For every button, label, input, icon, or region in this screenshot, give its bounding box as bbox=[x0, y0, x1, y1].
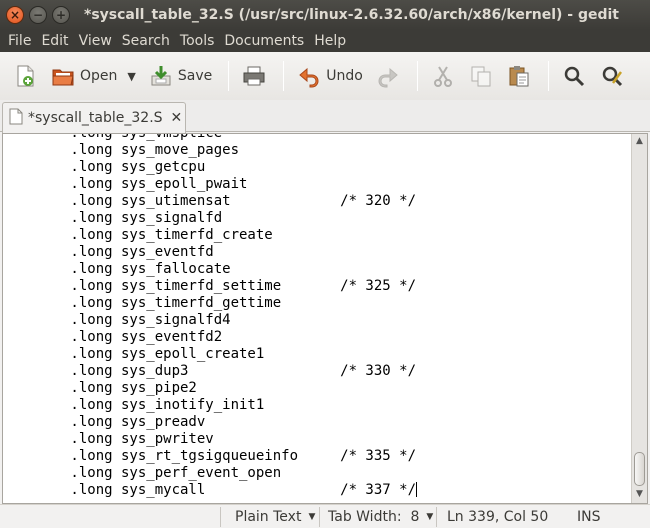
code-line[interactable]: .long sys_getcpu bbox=[3, 159, 631, 176]
search-icon bbox=[561, 63, 587, 89]
maximize-window-button[interactable]: + bbox=[52, 6, 70, 24]
title-bar: × − + *syscall_table_32.S (/usr/src/linu… bbox=[0, 0, 650, 30]
status-message bbox=[0, 505, 220, 528]
new-button[interactable] bbox=[8, 58, 42, 94]
code-line[interactable]: .long sys_inotify_init1 bbox=[3, 397, 631, 414]
chevron-down-icon: ▼ bbox=[426, 511, 434, 522]
code-view[interactable]: .long sys_vmsplice .long sys_move_pages … bbox=[3, 134, 631, 503]
printer-icon bbox=[241, 63, 267, 89]
code-line[interactable]: .long sys_vmsplice bbox=[3, 134, 631, 142]
code-line[interactable]: .long sys_mycall /* 337 */ bbox=[3, 482, 631, 499]
cursor-position: Ln 339, Col 50 bbox=[447, 508, 549, 525]
toolbar-separator bbox=[228, 61, 230, 91]
find-button[interactable] bbox=[557, 58, 591, 94]
code-line[interactable]: .long sys_eventfd bbox=[3, 244, 631, 261]
code-line[interactable]: .long sys_preadv bbox=[3, 414, 631, 431]
scissors-icon bbox=[430, 63, 456, 89]
open-label: Open bbox=[80, 68, 118, 84]
redo-button[interactable] bbox=[371, 58, 405, 94]
toolbar-separator bbox=[283, 61, 285, 91]
scrollbar-thumb[interactable] bbox=[634, 452, 645, 486]
code-line[interactable]: .long sys_timerfd_settime /* 325 */ bbox=[3, 278, 631, 295]
copy-button[interactable] bbox=[464, 58, 498, 94]
code-line[interactable]: .long sys_move_pages bbox=[3, 142, 631, 159]
code-line[interactable]: .long sys_epoll_create1 bbox=[3, 346, 631, 363]
code-line[interactable]: .long sys_pwritev bbox=[3, 431, 631, 448]
toolbar-separator bbox=[547, 61, 549, 91]
code-line[interactable]: .long sys_rt_tgsigqueueinfo /* 335 */ bbox=[3, 448, 631, 465]
tab-label: *syscall_table_32.S bbox=[28, 110, 163, 126]
insert-mode: INS bbox=[577, 508, 601, 525]
tab-syscall-table[interactable]: *syscall_table_32.S ✕ bbox=[2, 102, 186, 133]
window-title: *syscall_table_32.S (/usr/src/linux-2.6.… bbox=[84, 7, 619, 23]
code-line[interactable]: .long sys_pipe2 bbox=[3, 380, 631, 397]
save-button[interactable]: Save bbox=[144, 58, 216, 94]
text-cursor bbox=[416, 482, 418, 497]
tab-width-label: Tab Width: 8 bbox=[328, 508, 420, 525]
undo-label: Undo bbox=[326, 68, 363, 84]
menu-edit[interactable]: Edit bbox=[37, 33, 72, 49]
code-line[interactable]: .long sys_timerfd_create bbox=[3, 227, 631, 244]
code-line[interactable]: .long sys_epoll_pwait bbox=[3, 176, 631, 193]
menu-tools[interactable]: Tools bbox=[176, 33, 219, 49]
language-label: Plain Text bbox=[235, 508, 302, 525]
redo-arrow-icon bbox=[375, 63, 401, 89]
undo-button[interactable]: Undo bbox=[292, 58, 367, 94]
undo-arrow-icon bbox=[296, 63, 322, 89]
scroll-up-arrow-icon[interactable]: ▲ bbox=[634, 136, 645, 147]
code-line[interactable]: .long sys_dup3 /* 330 */ bbox=[3, 363, 631, 380]
open-folder-icon bbox=[50, 63, 76, 89]
toolbar-separator bbox=[416, 61, 418, 91]
copy-icon bbox=[468, 63, 494, 89]
menu-search[interactable]: Search bbox=[118, 33, 174, 49]
chevron-down-icon: ▼ bbox=[127, 69, 136, 83]
menu-file[interactable]: File bbox=[4, 33, 35, 49]
close-tab-button[interactable]: ✕ bbox=[171, 110, 183, 126]
document-tabs: *syscall_table_32.S ✕ bbox=[0, 100, 650, 133]
new-document-icon bbox=[12, 63, 38, 89]
code-line[interactable]: .long sys_perf_event_open bbox=[3, 465, 631, 482]
code-line[interactable]: .long sys_timerfd_gettime bbox=[3, 295, 631, 312]
save-label: Save bbox=[177, 68, 213, 84]
text-document-icon bbox=[9, 108, 23, 129]
chevron-down-icon: ▼ bbox=[308, 511, 316, 522]
status-bar: Plain Text ▼ Tab Width: 8 ▼ Ln 339, Col … bbox=[0, 504, 650, 528]
minimize-window-button[interactable]: − bbox=[29, 6, 47, 24]
save-icon bbox=[148, 63, 174, 89]
open-button[interactable]: Open bbox=[46, 58, 121, 94]
code-line[interactable]: .long sys_signalfd4 bbox=[3, 312, 631, 329]
clipboard-icon bbox=[506, 63, 532, 89]
code-line[interactable]: .long sys_fallocate bbox=[3, 261, 631, 278]
code-line[interactable]: .long sys_eventfd2 bbox=[3, 329, 631, 346]
cut-button[interactable] bbox=[426, 58, 460, 94]
window-controls: × − + bbox=[6, 6, 70, 24]
menu-bar: File Edit View Search Tools Documents He… bbox=[0, 30, 650, 52]
menu-documents[interactable]: Documents bbox=[220, 33, 308, 49]
scroll-down-arrow-icon[interactable]: ▼ bbox=[634, 489, 645, 500]
close-window-button[interactable]: × bbox=[6, 6, 24, 24]
menu-help[interactable]: Help bbox=[310, 33, 350, 49]
vertical-scrollbar[interactable]: ▲ ▼ bbox=[631, 134, 647, 503]
editor-area[interactable]: .long sys_vmsplice .long sys_move_pages … bbox=[2, 133, 648, 504]
language-selector[interactable]: Plain Text ▼ bbox=[221, 505, 319, 528]
toolbar: Open ▼ Save Undo bbox=[0, 52, 650, 100]
tab-width-selector[interactable]: Tab Width: 8 ▼ bbox=[320, 505, 436, 528]
find-replace-button[interactable] bbox=[595, 58, 629, 94]
open-recent-dropdown[interactable]: ▼ bbox=[123, 58, 139, 94]
code-line[interactable]: .long sys_signalfd bbox=[3, 210, 631, 227]
print-button[interactable] bbox=[237, 58, 271, 94]
paste-button[interactable] bbox=[502, 58, 536, 94]
code-line[interactable]: .long sys_utimensat /* 320 */ bbox=[3, 193, 631, 210]
menu-view[interactable]: View bbox=[75, 33, 116, 49]
find-replace-icon bbox=[599, 63, 625, 89]
